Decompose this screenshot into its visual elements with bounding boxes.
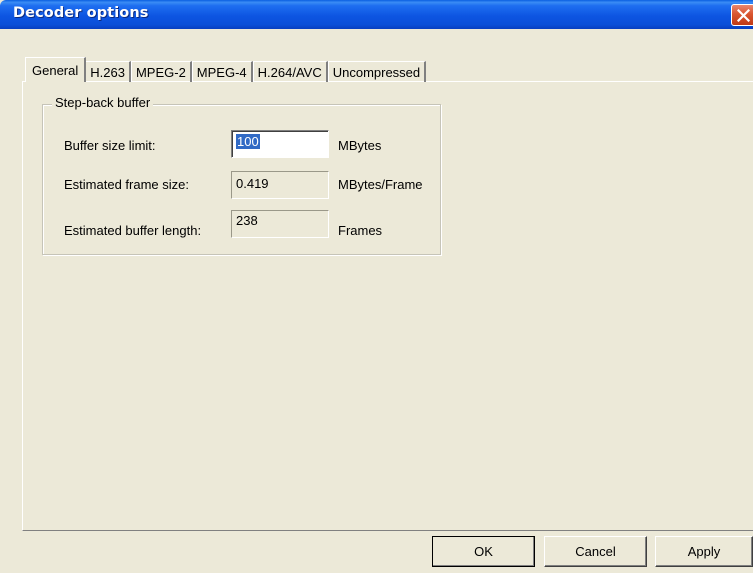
ok-button[interactable]: OK [432, 536, 535, 567]
cancel-button[interactable]: Cancel [544, 536, 647, 567]
window-title: Decoder options [13, 5, 149, 21]
buffer-size-limit-value: 100 [236, 134, 260, 149]
estimated-frame-size-field: 0.419 [231, 171, 329, 199]
tab-uncompressed[interactable]: Uncompressed [327, 61, 427, 82]
group-title: Step-back buffer [52, 95, 154, 110]
estimated-frame-size-unit: MBytes/Frame [338, 177, 423, 192]
close-icon [737, 9, 750, 22]
title-bar[interactable]: Decoder options [0, 0, 753, 29]
estimated-buffer-length-unit: Frames [338, 223, 383, 238]
buffer-size-limit-label: Buffer size limit: [64, 138, 156, 153]
tab-h263[interactable]: H.263 [85, 61, 131, 82]
tab-general[interactable]: General [25, 57, 87, 82]
tab-h264-avc[interactable]: H.264/AVC [252, 61, 328, 82]
estimated-buffer-length-field: 238 [231, 210, 329, 238]
buffer-size-limit-unit: MBytes [338, 138, 382, 153]
close-button[interactable] [731, 4, 753, 26]
estimated-buffer-length-label: Estimated buffer length: [64, 223, 202, 238]
tab-mpeg2[interactable]: MPEG-2 [130, 61, 192, 82]
tab-mpeg4[interactable]: MPEG-4 [191, 61, 253, 82]
tab-strip: General H.263 MPEG-2 MPEG-4 H.264/AVC Un… [25, 57, 427, 82]
estimated-frame-size-label: Estimated frame size: [64, 177, 189, 192]
buffer-size-limit-input[interactable]: 100 [231, 130, 329, 158]
apply-button[interactable]: Apply [655, 536, 753, 567]
